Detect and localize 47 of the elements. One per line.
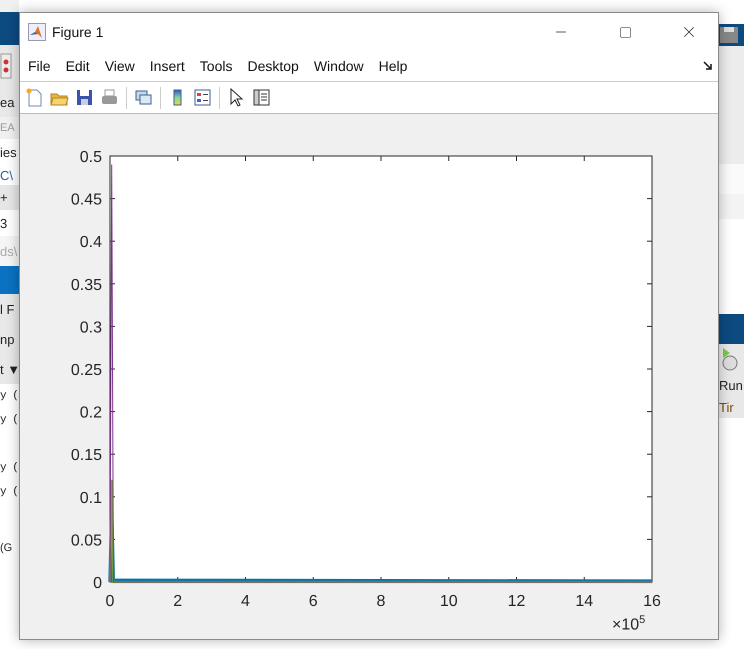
menu-item[interactable]: Insert <box>148 58 187 74</box>
tick-label: 0.4 <box>80 234 102 252</box>
console-text: (G <box>0 542 12 554</box>
tick-label: 0.35 <box>70 276 102 294</box>
tick-label: 16 <box>643 593 661 610</box>
menu-item[interactable]: Help <box>378 58 410 74</box>
tick-label: 0.2 <box>80 404 102 422</box>
menu-item[interactable]: File <box>27 58 53 74</box>
console-text: y ( <box>0 486 18 498</box>
panel-label: np <box>0 332 14 346</box>
axis-exponent-label: ×10$^{5}$ <box>612 614 646 634</box>
panel-label: ea <box>0 94 14 110</box>
menu-item[interactable]: Window <box>312 58 366 74</box>
menu-item[interactable]: Edit <box>64 58 92 74</box>
panel-label: l F <box>0 302 14 316</box>
tick-label: 0.1 <box>80 490 102 507</box>
tick-label: 0.45 <box>70 192 102 209</box>
window-title: Figure 1 <box>52 24 104 40</box>
tick-label: 2 <box>173 593 182 610</box>
panel-label: C\ <box>0 168 13 182</box>
tick-label: 8 <box>376 593 386 610</box>
menu-item[interactable]: Desktop <box>246 58 301 74</box>
tick-label: 0.3 <box>80 319 102 336</box>
panel-label: ds\ <box>0 244 18 258</box>
tick-label: 0.25 <box>70 362 102 379</box>
panel-label: 3 <box>0 216 8 230</box>
panel-label: t ▼ <box>0 362 20 376</box>
ribbon-label: Run <box>719 378 743 392</box>
console-text: y ( <box>0 462 18 474</box>
panel-label: EA <box>0 122 15 134</box>
tick-label: 0.15 <box>70 447 102 464</box>
tick-label: 0.5 <box>80 149 102 166</box>
tick-label: 4 <box>241 593 250 610</box>
tick-label: 10 <box>440 593 458 610</box>
panel-label: ies <box>0 144 17 160</box>
console-text: y ( <box>0 390 18 402</box>
tick-label: 14 <box>575 593 594 610</box>
ribbon-label: Tir <box>719 400 734 414</box>
panel-label: + <box>0 190 8 205</box>
tick-label: 0 <box>106 593 114 610</box>
menu-item[interactable]: View <box>104 58 137 74</box>
tick-label: 12 <box>508 593 526 610</box>
console-text: y ( <box>0 414 18 426</box>
menu-item[interactable]: Tools <box>198 58 234 74</box>
tick-label: 6 <box>308 593 318 610</box>
tick-label: 0.05 <box>70 532 102 550</box>
tick-label: 0 <box>93 575 102 592</box>
